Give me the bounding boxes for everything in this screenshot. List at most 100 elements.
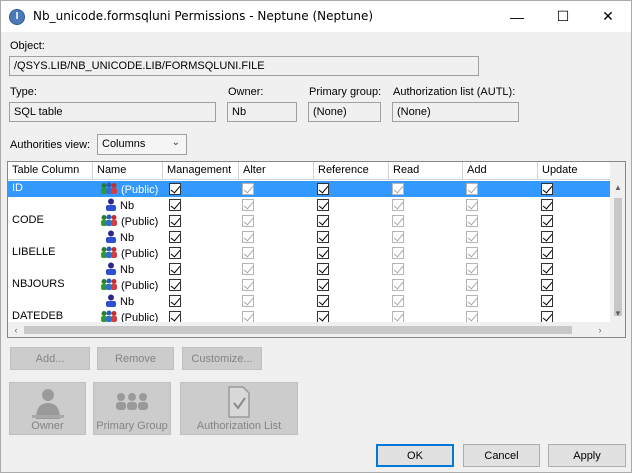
owner-button[interactable]: Owner [9,382,86,435]
authorities-view-value: Columns [102,138,146,150]
autl-label: Authorization list (AUTL): [393,86,516,98]
reference-checkbox[interactable] [317,295,329,307]
authorities-view-label: Authorities view: [10,139,91,151]
update-checkbox[interactable] [541,295,553,307]
management-checkbox[interactable] [169,183,181,195]
read-checkbox [392,263,404,275]
column-header-reference[interactable]: Reference [314,162,389,180]
management-checkbox[interactable] [169,231,181,243]
title-bar[interactable]: I Nb_unicode.formsqluni Permissions - Ne… [1,1,631,32]
table-column-cell: NBJOURS [12,278,65,290]
add-checkbox [466,183,478,195]
authorities-view-select[interactable]: Columns ⌄ [97,134,187,155]
read-checkbox [392,215,404,227]
update-checkbox[interactable] [541,199,553,211]
type-field[interactable]: SQL table [9,102,216,122]
table-row[interactable]: CODE (Public) [8,213,610,229]
column-header-table-column[interactable]: Table Column [8,162,93,180]
column-header-read[interactable]: Read [389,162,463,180]
management-checkbox[interactable] [169,199,181,211]
name-cell: Nb [93,293,163,309]
name-label: (Public) [121,279,159,292]
add-button[interactable]: Add... [10,347,90,370]
primary-group-field[interactable]: (None) [308,102,381,122]
reference-checkbox[interactable] [317,215,329,227]
reference-checkbox[interactable] [317,247,329,259]
reference-checkbox[interactable] [317,183,329,195]
reference-checkbox[interactable] [317,199,329,211]
minimize-button[interactable]: — [494,1,540,32]
permissions-table[interactable]: Table Column Name Management Alter Refer… [7,161,626,338]
name-cell: Nb [93,261,163,277]
table-column-cell [8,229,93,245]
column-header-alter[interactable]: Alter [239,162,314,180]
column-header-add[interactable]: Add [463,162,538,180]
update-checkbox[interactable] [541,231,553,243]
primary-group-button[interactable]: Primary Group [93,382,171,435]
reference-checkbox[interactable] [317,279,329,291]
chevron-down-icon: ⌄ [171,137,180,148]
owner-field[interactable]: Nb [227,102,297,122]
table-row[interactable]: Nb [8,261,610,277]
cancel-button[interactable]: Cancel [463,444,540,467]
update-checkbox[interactable] [541,247,553,259]
table-column-cell: LIBELLE [12,246,56,258]
update-checkbox[interactable] [541,215,553,227]
horizontal-scroll-thumb[interactable] [24,326,572,334]
maximize-button[interactable]: ☐ [540,1,586,32]
table-row[interactable]: ID (Public) [8,181,610,197]
reference-checkbox[interactable] [317,263,329,275]
name-label: Nb [120,263,135,276]
scroll-right-icon[interactable]: › [592,322,608,337]
table-column-cell: ID [12,182,23,194]
column-header-management[interactable]: Management [163,162,239,180]
vertical-scroll-thumb[interactable] [614,198,622,316]
table-row[interactable]: Nb [8,293,610,309]
scroll-down-icon[interactable]: ▼ [610,306,625,322]
alter-checkbox [242,263,254,275]
add-checkbox [466,295,478,307]
alter-checkbox [242,183,254,195]
table-row[interactable]: LIBELLE (Public) [8,245,610,261]
management-checkbox[interactable] [169,279,181,291]
horizontal-scrollbar[interactable]: ‹ › [8,322,610,337]
user-icon [105,294,117,310]
column-header-name[interactable]: Name [93,162,163,180]
group-icon [116,393,148,410]
alter-checkbox [242,279,254,291]
table-row[interactable]: Nb [8,197,610,213]
update-checkbox[interactable] [541,263,553,275]
object-field[interactable]: /QSYS.LIB/NB_UNICODE.LIB/FORMSQLUNI.FILE [9,56,479,76]
update-checkbox[interactable] [541,279,553,291]
scroll-up-icon[interactable]: ▲ [610,180,625,196]
management-checkbox[interactable] [169,247,181,259]
reference-checkbox[interactable] [317,231,329,243]
group-icon [100,214,118,230]
read-checkbox [392,295,404,307]
management-checkbox[interactable] [169,263,181,275]
authorization-list-button-label: Authorization List [196,420,282,432]
remove-button[interactable]: Remove [97,347,174,370]
table-row[interactable]: Nb [8,229,610,245]
vertical-scrollbar[interactable]: ▲ ▼ [610,162,625,322]
group-icon [100,246,118,262]
ok-button[interactable]: OK [376,444,454,467]
apply-button[interactable]: Apply [548,444,626,467]
add-checkbox [466,231,478,243]
autl-field[interactable]: (None) [392,102,519,122]
customize-button[interactable]: Customize... [182,347,262,370]
management-checkbox[interactable] [169,295,181,307]
scroll-left-icon[interactable]: ‹ [8,322,24,337]
table-row[interactable]: NBJOURS (Public) [8,277,610,293]
read-checkbox [392,231,404,243]
close-button[interactable]: ✕ [585,1,631,32]
table-header: Table Column Name Management Alter Refer… [8,162,610,180]
owner-icon [31,389,64,419]
update-checkbox[interactable] [541,183,553,195]
column-header-update[interactable]: Update [538,162,610,180]
document-check-icon [228,386,250,418]
management-checkbox[interactable] [169,215,181,227]
table-column-cell [8,197,93,213]
authorization-list-button[interactable]: Authorization List [180,382,298,435]
read-checkbox [392,279,404,291]
